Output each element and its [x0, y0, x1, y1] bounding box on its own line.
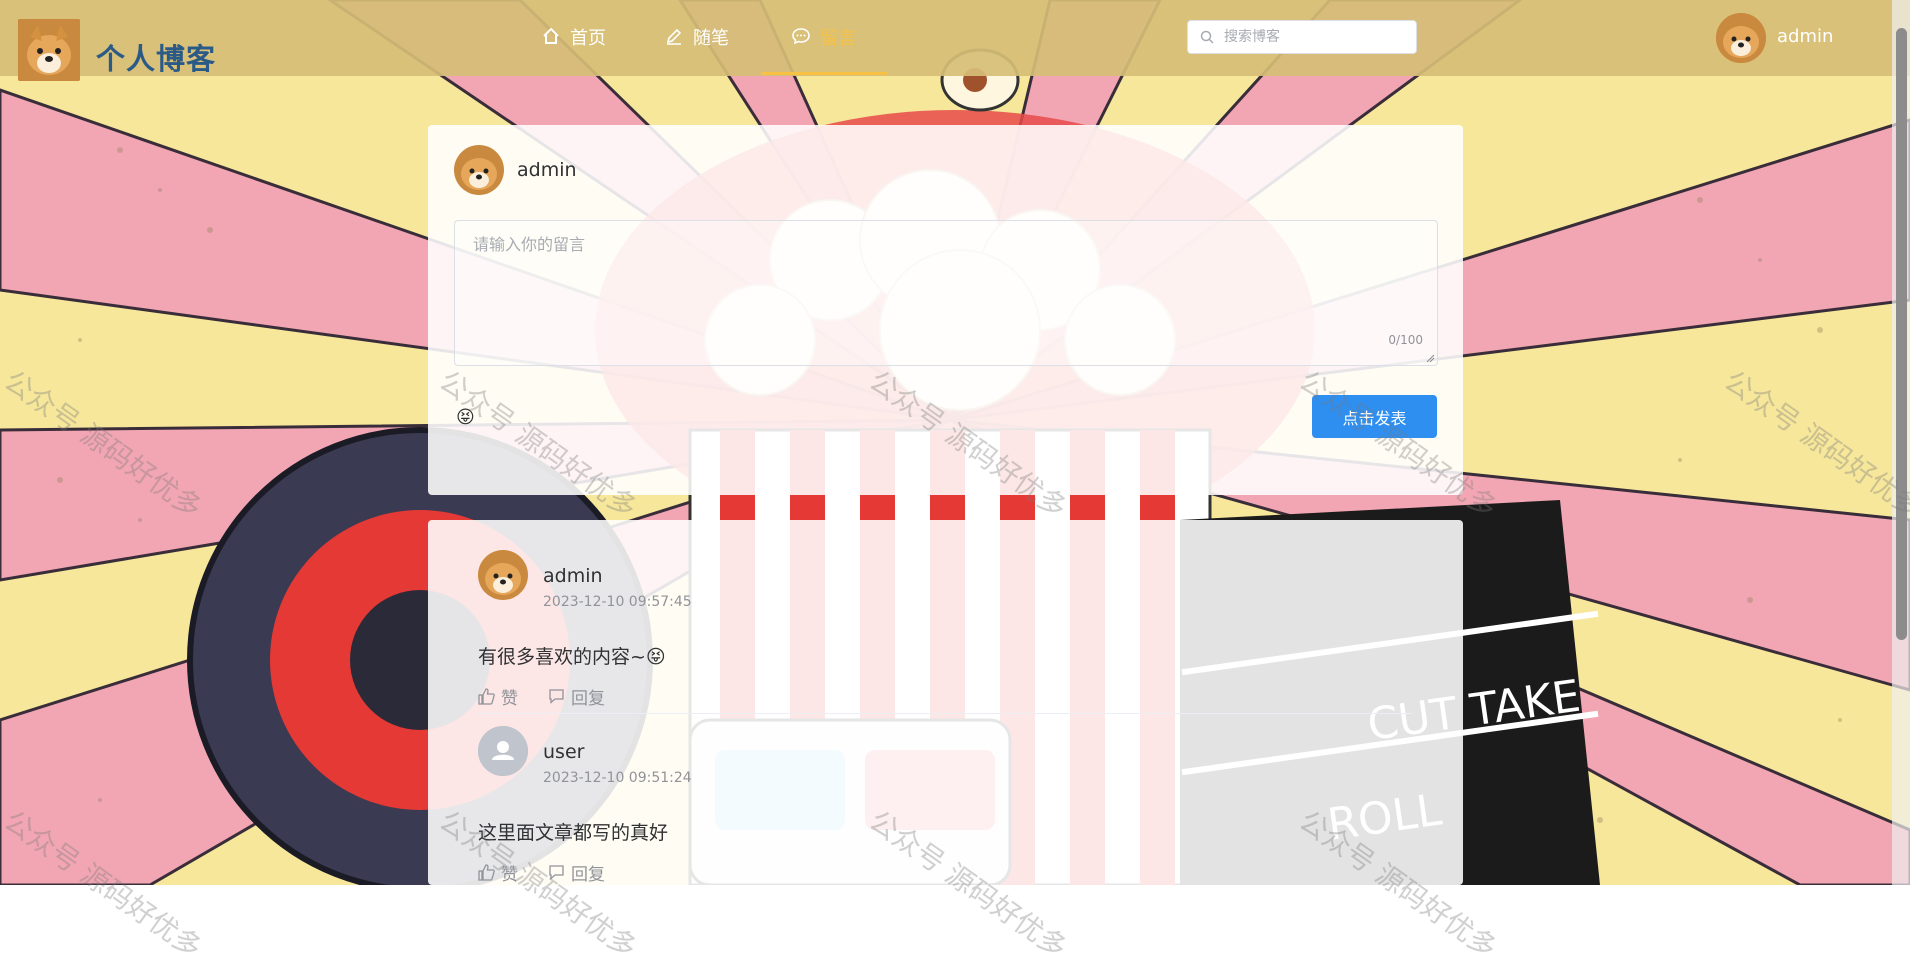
nav-messages[interactable]: 留言 [792, 24, 856, 74]
thumbs-up-icon [478, 864, 495, 881]
emoji-picker-button[interactable]: 😝 [456, 407, 475, 428]
nav-essays-label: 随笔 [693, 28, 729, 49]
nav-essays[interactable]: 随笔 [665, 24, 729, 74]
nav-home[interactable]: 首页 [542, 24, 606, 74]
message-composer: admin 0/100 😝 点击发表 [428, 125, 1463, 495]
message-textarea-wrapper: 0/100 [454, 220, 1438, 366]
like-button[interactable]: 赞 [478, 860, 518, 885]
edit-icon [666, 28, 682, 45]
comment-avatar [478, 550, 528, 600]
top-navbar: 个人博客 首页 随笔 留言 admin [0, 0, 1910, 81]
thumbs-up-icon [478, 688, 495, 705]
nav-home-label: 首页 [570, 28, 606, 49]
user-name[interactable]: admin [1777, 26, 1833, 47]
list-item: admin 2023-12-10 09:57:45 有很多喜欢的内容~😝 赞 回… [478, 550, 1438, 720]
comment-actions: 赞 回复 [478, 860, 605, 885]
search-box[interactable] [1187, 20, 1417, 54]
comment-actions: 赞 回复 [478, 684, 605, 709]
reply-label: 回复 [571, 865, 605, 885]
char-counter: 0/100 [1388, 333, 1423, 347]
comment-text: 有很多喜欢的内容~😝 [478, 642, 666, 669]
comment-emoji: 😝 [645, 646, 666, 668]
reply-button[interactable]: 回复 [548, 684, 605, 709]
comment-username: user [543, 741, 585, 763]
comment-avatar-default [478, 726, 528, 776]
search-icon [1200, 30, 1214, 44]
user-icon [478, 726, 528, 776]
composer-username: admin [517, 159, 577, 181]
composer-avatar [454, 145, 504, 195]
like-label: 赞 [501, 865, 518, 885]
page-scrollbar-thumb[interactable] [1896, 28, 1907, 640]
comment-time: 2023-12-10 09:51:24 [543, 770, 692, 786]
resize-grip-icon[interactable] [1425, 353, 1435, 363]
comment-divider [478, 713, 1412, 714]
comment-username: admin [543, 565, 603, 587]
chat-icon [792, 28, 810, 45]
reply-button[interactable]: 回复 [548, 860, 605, 885]
comment-icon [549, 865, 564, 880]
message-textarea[interactable] [455, 221, 1437, 365]
comment-time: 2023-12-10 09:57:45 [543, 594, 692, 610]
home-icon [543, 27, 559, 44]
submit-message-button[interactable]: 点击发表 [1312, 395, 1437, 438]
list-item: user 2023-12-10 09:51:24 这里面文章都写的真好 赞 回复 [478, 726, 1438, 896]
comment-text-body: 有很多喜欢的内容~ [478, 646, 646, 668]
site-title[interactable]: 个人博客 [96, 36, 216, 78]
nav-active-indicator [761, 72, 887, 75]
like-label: 赞 [501, 689, 518, 709]
search-input[interactable] [1222, 28, 1406, 46]
nav-messages-label: 留言 [820, 28, 856, 49]
comment-text: 这里面文章都写的真好 [478, 822, 669, 844]
like-button[interactable]: 赞 [478, 684, 518, 709]
user-avatar[interactable] [1716, 13, 1766, 63]
reply-label: 回复 [571, 689, 605, 709]
message-list: admin 2023-12-10 09:57:45 有很多喜欢的内容~😝 赞 回… [428, 520, 1463, 885]
site-logo-avatar[interactable] [18, 19, 80, 81]
comment-icon [549, 689, 564, 704]
